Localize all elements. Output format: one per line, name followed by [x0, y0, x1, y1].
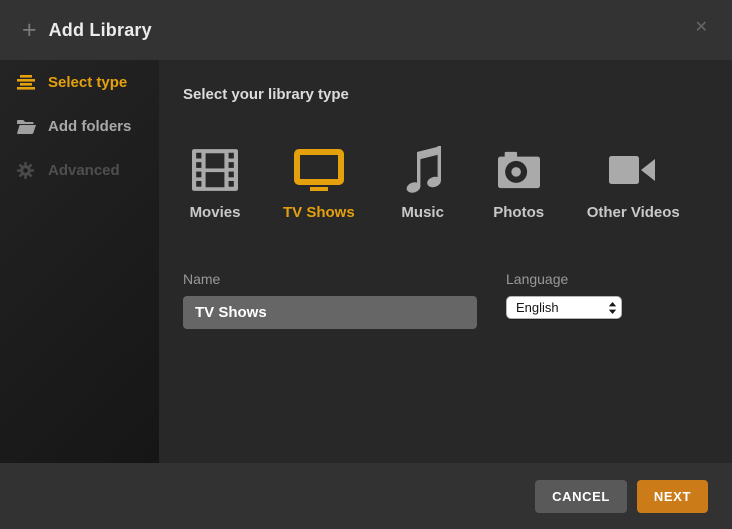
- library-type-label: Music: [401, 204, 444, 221]
- library-name-input[interactable]: [183, 296, 477, 329]
- library-type-label: Other Videos: [586, 204, 680, 221]
- film-strip-icon: [192, 145, 238, 195]
- sidebar-item-advanced: Advanced: [0, 148, 159, 192]
- tv-icon: [293, 145, 344, 195]
- language-select[interactable]: English: [506, 296, 622, 319]
- cancel-button[interactable]: CANCEL: [535, 479, 627, 513]
- add-library-dialog: + Add Library ✕ Select type Add folders …: [0, 0, 732, 529]
- select-stepper-icon: [608, 301, 617, 315]
- sidebar-item-add-folders[interactable]: Add folders: [0, 104, 159, 148]
- close-icon[interactable]: ✕: [695, 20, 708, 36]
- sidebar-item-label: Advanced: [48, 161, 120, 179]
- dialog-title: Add Library: [48, 19, 152, 40]
- library-type-tv-shows[interactable]: TV Shows: [283, 145, 355, 221]
- content-heading: Select your library type: [183, 86, 349, 103]
- library-type-music[interactable]: Music: [395, 145, 451, 221]
- sidebar-item-select-type[interactable]: Select type: [0, 60, 159, 104]
- plus-icon: +: [22, 15, 37, 44]
- name-field-block: Name: [183, 271, 477, 329]
- next-button[interactable]: NEXT: [636, 479, 708, 513]
- library-type-row: Movies TV Shows Music Photos Other Video…: [183, 145, 708, 221]
- video-camera-icon: [609, 145, 657, 195]
- dialog-sidebar: Select type Add folders Advanced: [0, 60, 159, 463]
- sidebar-item-label: Add folders: [48, 117, 132, 135]
- language-selected-value: English: [516, 300, 559, 315]
- library-type-label: Photos: [493, 204, 545, 221]
- folder-icon: [17, 117, 37, 135]
- library-form-row: Name Language English: [183, 271, 708, 329]
- dialog-footer: CANCEL NEXT: [0, 463, 732, 529]
- camera-icon: [497, 145, 540, 195]
- language-field-block: Language English: [506, 271, 626, 329]
- library-type-label: Movies: [189, 204, 241, 221]
- library-type-photos[interactable]: Photos: [491, 145, 547, 221]
- dialog-content: Select your library type Movies TV Shows…: [159, 60, 732, 463]
- music-note-icon: [403, 145, 443, 195]
- language-field-label: Language: [506, 271, 569, 287]
- dialog-header: + Add Library ✕: [0, 0, 732, 60]
- name-field-label: Name: [183, 271, 221, 287]
- sidebar-item-label: Select type: [48, 73, 128, 91]
- gear-icon: [17, 161, 37, 179]
- library-type-other-videos[interactable]: Other Videos: [587, 145, 680, 221]
- library-type-movies[interactable]: Movies: [187, 145, 243, 221]
- library-type-label: TV Shows: [283, 204, 355, 221]
- list-lines-icon: [17, 73, 37, 91]
